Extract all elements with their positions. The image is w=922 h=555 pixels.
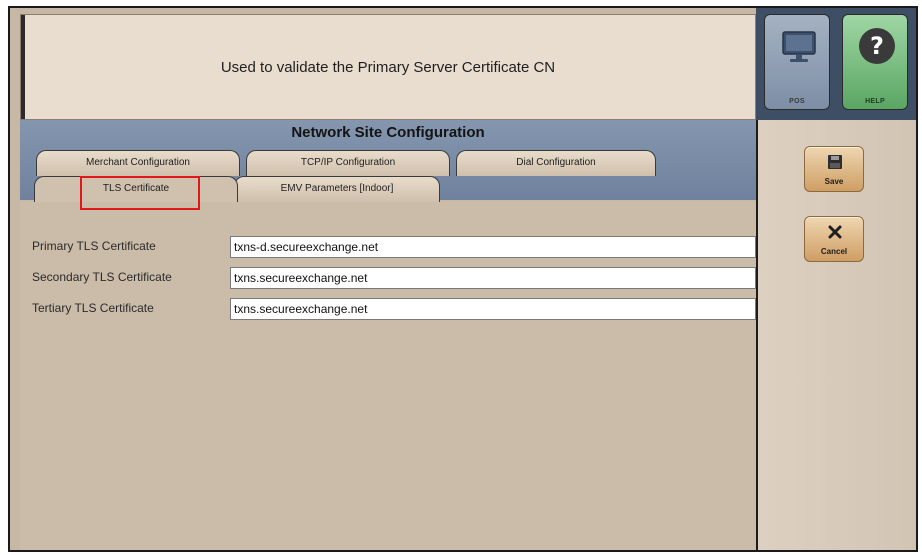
monitor-icon [782,31,816,62]
primary-tls-input[interactable]: txns-d.secureexchange.net [230,236,756,258]
tab-tcpip-configuration[interactable]: TCP/IP Configuration [246,150,450,176]
info-message: Used to validate the Primary Server Cert… [220,58,556,76]
pos-button[interactable]: POS [764,14,830,110]
secondary-tls-label: Secondary TLS Certificate [32,270,172,284]
help-icon: ? [859,28,895,64]
tertiary-tls-label: Tertiary TLS Certificate [32,301,154,315]
primary-tls-label: Primary TLS Certificate [32,239,156,253]
close-icon [828,225,842,239]
pos-label: POS [789,98,805,105]
field-row-tertiary: Tertiary TLS Certificate txns.secureexch… [20,298,756,320]
floppy-disk-icon [828,155,842,169]
field-row-primary: Primary TLS Certificate txns-d.secureexc… [20,236,756,258]
cancel-button[interactable]: Cancel [804,216,864,262]
tls-certificate-form: Primary TLS Certificate txns-d.secureexc… [20,202,756,550]
tab-dial-configuration[interactable]: Dial Configuration [456,150,656,176]
top-toolbar: POS ? HELP [756,8,916,120]
save-label: Save [824,177,844,186]
tab-highlight-box [80,176,200,210]
save-button[interactable]: Save [804,146,864,192]
info-banner: Used to validate the Primary Server Cert… [20,14,756,120]
tab-emv-parameters[interactable]: EMV Parameters [Indoor] [234,176,440,202]
help-label: HELP [865,98,885,105]
action-sidebar: Save Cancel [756,120,916,550]
secondary-tls-input[interactable]: txns.secureexchange.net [230,267,756,289]
svg-text:?: ? [870,32,884,60]
tab-merchant-configuration[interactable]: Merchant Configuration [36,150,240,176]
cancel-label: Cancel [820,247,848,256]
page-title: Network Site Configuration [291,124,485,141]
help-button[interactable]: ? HELP [842,14,908,110]
main-panel: Network Site Configuration Merchant Conf… [20,120,756,550]
tertiary-tls-input[interactable]: txns.secureexchange.net [230,298,756,320]
app-window: Used to validate the Primary Server Cert… [8,6,918,552]
field-row-secondary: Secondary TLS Certificate txns.secureexc… [20,267,756,289]
